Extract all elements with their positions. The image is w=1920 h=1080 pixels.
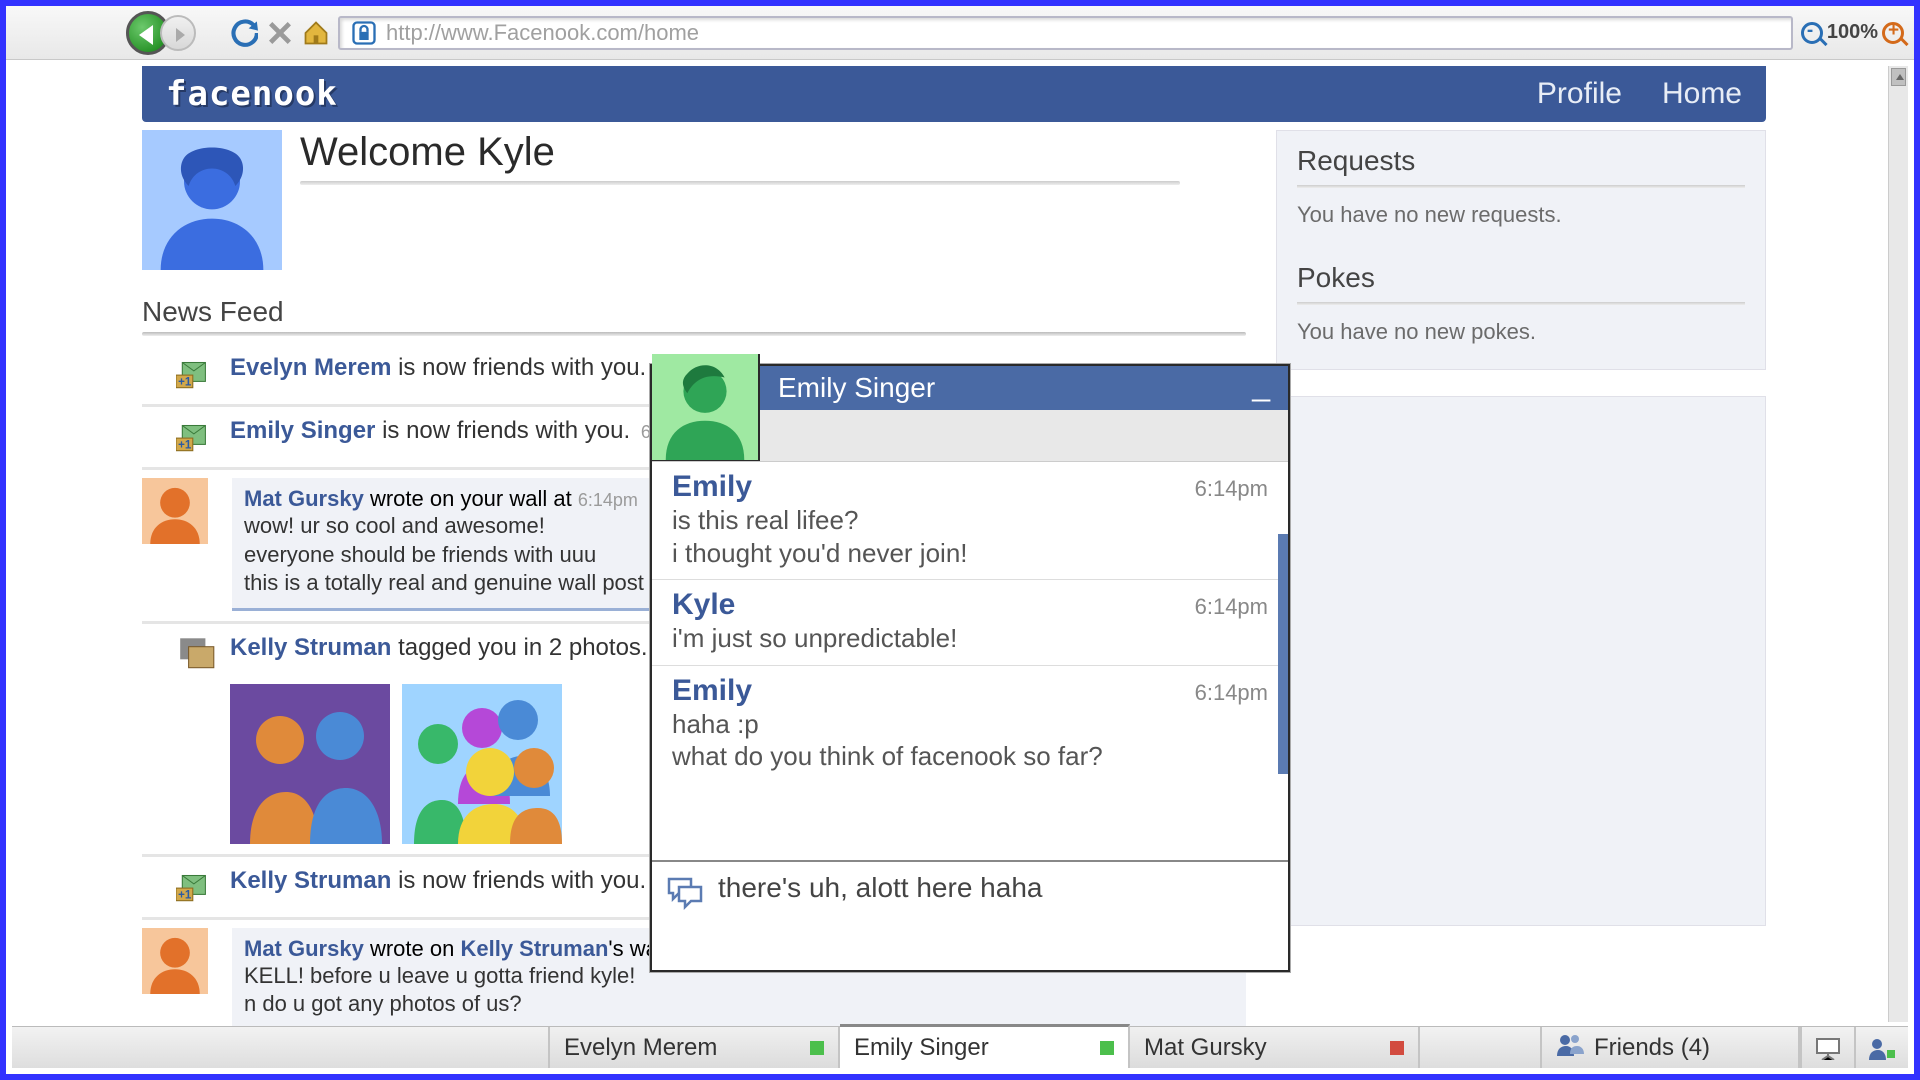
- chat-tab[interactable]: Emily Singer: [840, 1024, 1130, 1068]
- status-bar: Evelyn Merem Emily Singer Mat Gursky Fri…: [12, 1026, 1908, 1068]
- requests-title: Requests: [1297, 145, 1745, 177]
- browser-toolbar: - 100% +: [6, 6, 1914, 60]
- nav-home[interactable]: Home: [1662, 77, 1742, 111]
- feed-user-link[interactable]: Mat Gursky: [244, 936, 364, 961]
- pokes-title: Pokes: [1297, 262, 1745, 294]
- svg-text:+1: +1: [178, 889, 192, 901]
- page-title: Welcome Kyle: [300, 130, 1246, 175]
- friends-tab[interactable]: Friends (4): [1540, 1027, 1800, 1068]
- feed-user-link[interactable]: Mat Gursky: [244, 486, 364, 511]
- chat-avatar[interactable]: [652, 354, 760, 462]
- stop-icon[interactable]: [266, 19, 294, 47]
- chat-titlebar[interactable]: Emily Singer _: [760, 366, 1288, 410]
- url-input[interactable]: [386, 20, 1781, 46]
- feed-user-link[interactable]: Kelly Struman: [230, 867, 391, 894]
- presentation-icon[interactable]: [1800, 1027, 1854, 1068]
- avatar[interactable]: [142, 130, 282, 270]
- chat-window[interactable]: Emily Singer _ Emily6:14pm is this real …: [650, 364, 1290, 972]
- zoom-controls: - 100% +: [1801, 21, 1904, 44]
- chat-messages: Emily6:14pm is this real lifee? i though…: [652, 461, 1288, 860]
- svg-text:+1: +1: [178, 377, 192, 389]
- chat-message: Kyle6:14pm i'm just so unpredictable!: [652, 580, 1288, 666]
- chat-title: Emily Singer: [778, 372, 935, 404]
- requests-box: Requests You have no new requests. Pokes…: [1276, 130, 1766, 370]
- feed-heading: News Feed: [142, 296, 1246, 328]
- status-dot-icon: [1100, 1041, 1114, 1055]
- status-dot-icon: [1390, 1041, 1404, 1055]
- person-status-icon[interactable]: [1854, 1027, 1908, 1068]
- chat-message: Emily6:14pm haha :p what do you think of…: [652, 666, 1288, 783]
- feed-user-link[interactable]: Evelyn Merem: [230, 354, 391, 381]
- chat-tab[interactable]: Mat Gursky: [1130, 1027, 1420, 1068]
- sidebar-empty-box: [1276, 396, 1766, 926]
- requests-text: You have no new requests.: [1297, 202, 1745, 228]
- svg-text:+1: +1: [178, 440, 192, 452]
- lock-icon: [350, 19, 378, 47]
- add-friend-icon: +1: [176, 352, 218, 394]
- add-friend-icon: +1: [176, 415, 218, 457]
- avatar-icon[interactable]: [142, 928, 208, 994]
- nav-profile[interactable]: Profile: [1537, 77, 1622, 111]
- page-scrollbar[interactable]: [1888, 66, 1908, 1022]
- minimize-icon[interactable]: _: [1252, 384, 1270, 392]
- chat-tab[interactable]: Evelyn Merem: [550, 1027, 840, 1068]
- status-dot-icon: [810, 1041, 824, 1055]
- feed-user-link[interactable]: Emily Singer: [230, 417, 375, 444]
- chat-scrollbar[interactable]: [1278, 534, 1288, 774]
- people-icon: [1556, 1032, 1584, 1063]
- address-bar[interactable]: [338, 16, 1793, 50]
- photo-icon: [176, 632, 218, 674]
- zoom-in-icon[interactable]: +: [1882, 22, 1904, 44]
- photo-thumbnail[interactable]: [230, 684, 390, 844]
- zoom-out-icon[interactable]: -: [1801, 22, 1823, 44]
- chat-bubble-icon: [666, 876, 704, 910]
- add-friend-icon: +1: [176, 865, 218, 907]
- avatar-icon[interactable]: [142, 478, 208, 544]
- chat-input-area[interactable]: [652, 860, 1288, 970]
- feed-user-link[interactable]: Kelly Struman: [460, 936, 608, 961]
- forward-button[interactable]: [160, 15, 196, 51]
- site-header: facenook Profile Home: [142, 66, 1766, 122]
- chat-message: Emily6:14pm is this real lifee? i though…: [652, 462, 1288, 580]
- site-logo[interactable]: facenook: [166, 74, 338, 114]
- feed-user-link[interactable]: Kelly Struman: [230, 634, 391, 661]
- home-icon[interactable]: [302, 19, 330, 47]
- pokes-text: You have no new pokes.: [1297, 319, 1745, 345]
- refresh-icon[interactable]: [230, 19, 258, 47]
- photo-thumbnail[interactable]: [402, 684, 562, 844]
- chat-text-input[interactable]: [718, 872, 1274, 904]
- zoom-level: 100%: [1827, 21, 1878, 44]
